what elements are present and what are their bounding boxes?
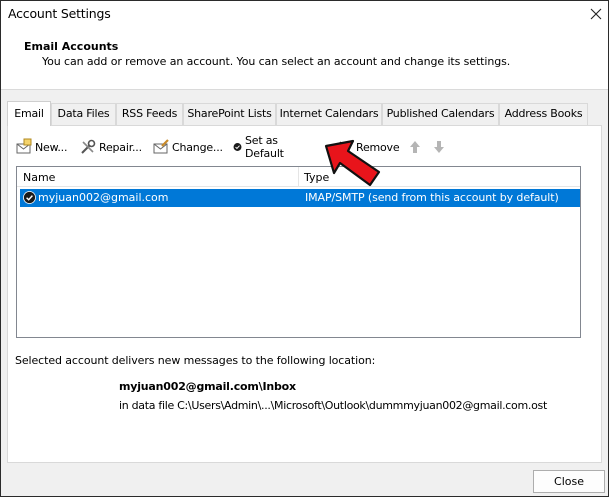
account-settings-window: Account Settings Email Accounts You can … bbox=[0, 0, 609, 497]
new-account-icon bbox=[16, 138, 32, 154]
repair-label: Repair... bbox=[99, 140, 142, 154]
arrow-down-icon bbox=[434, 141, 444, 153]
new-label: New... bbox=[35, 140, 68, 154]
list-header: Name Type bbox=[17, 167, 580, 187]
set-as-default-button[interactable]: Set as Default bbox=[232, 134, 291, 160]
new-button[interactable]: New... bbox=[15, 136, 67, 158]
accounts-list[interactable]: Name Type myjuan002@gmail.com IMAP/SMTP … bbox=[16, 166, 581, 338]
column-divider[interactable] bbox=[298, 167, 299, 187]
checkmark-circle-icon bbox=[233, 143, 242, 151]
repair-tools-icon bbox=[81, 139, 96, 154]
close-button[interactable]: Close bbox=[533, 470, 605, 493]
header-panel: Email Accounts You can add or remove an … bbox=[1, 27, 608, 90]
move-up-button[interactable] bbox=[406, 136, 426, 158]
tab-address-books[interactable]: Address Books bbox=[499, 103, 588, 125]
account-type: IMAP/SMTP (send from this account by def… bbox=[305, 191, 559, 204]
default-account-check-icon bbox=[23, 191, 36, 204]
account-name: myjuan002@gmail.com bbox=[38, 191, 169, 204]
column-header-name[interactable]: Name bbox=[23, 171, 55, 184]
tab-sharepoint-lists[interactable]: SharePoint Lists bbox=[183, 103, 276, 125]
tab-published-calendars[interactable]: Published Calendars bbox=[382, 103, 499, 125]
window-close-icon[interactable] bbox=[586, 4, 606, 24]
arrow-up-icon bbox=[410, 141, 420, 153]
delivery-location-label: Selected account delivers new messages t… bbox=[15, 354, 376, 367]
header-description: You can add or remove an account. You ca… bbox=[42, 55, 511, 68]
change-account-icon bbox=[153, 139, 169, 154]
repair-button[interactable]: Repair... bbox=[79, 136, 142, 158]
set-as-default-label: Set as Default bbox=[245, 134, 284, 160]
window-title: Account Settings bbox=[8, 6, 111, 21]
header-title: Email Accounts bbox=[24, 40, 119, 53]
title-bar: Account Settings bbox=[1, 1, 608, 27]
delivery-data-file: in data file C:\Users\Admin\...\Microsof… bbox=[119, 399, 547, 412]
tab-rss-feeds[interactable]: RSS Feeds bbox=[116, 103, 183, 125]
red-annotation-arrow-icon bbox=[324, 139, 381, 187]
change-label: Change... bbox=[172, 140, 223, 154]
tab-email[interactable]: Email bbox=[7, 101, 51, 126]
change-button[interactable]: Change... bbox=[152, 136, 223, 158]
tab-internet-calendars[interactable]: Internet Calendars bbox=[276, 103, 382, 125]
account-row[interactable]: myjuan002@gmail.com IMAP/SMTP (send from… bbox=[20, 189, 580, 207]
tab-data-files[interactable]: Data Files bbox=[51, 103, 116, 125]
move-down-button[interactable] bbox=[430, 136, 450, 158]
delivery-folder: myjuan002@gmail.com\Inbox bbox=[119, 380, 296, 393]
